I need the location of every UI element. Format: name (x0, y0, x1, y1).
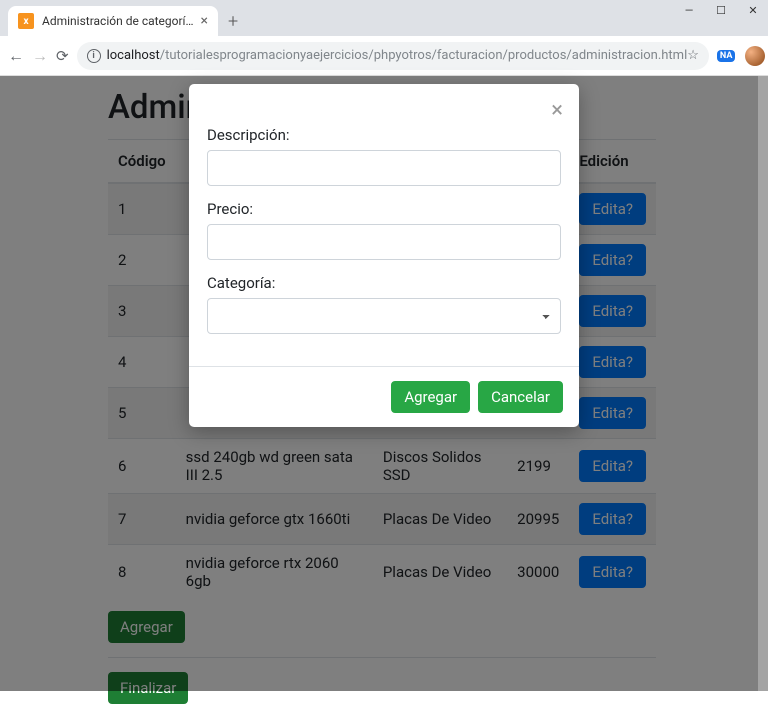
browser-tab[interactable]: x Administración de categorías × (8, 6, 218, 36)
product-modal: × Descripción: Precio: Categoría: Agrega… (189, 84, 579, 427)
modal-cancelar-button[interactable]: Cancelar (478, 381, 563, 413)
window-controls: — ☐ ✕ (682, 4, 760, 17)
categoria-select[interactable] (207, 298, 561, 334)
reload-button[interactable]: ⟳ (56, 46, 69, 66)
tab-bar: x Administración de categorías × + (0, 0, 768, 36)
address-bar[interactable]: i localhost/tutorialesprogramacionyaejer… (77, 42, 709, 70)
site-info-icon[interactable]: i (87, 49, 101, 63)
label-categoria: Categoría: (207, 274, 561, 292)
scrollbar[interactable] (758, 76, 768, 691)
bookmark-icon[interactable]: ☆ (687, 48, 699, 63)
browser-chrome: — ☐ ✕ x Administración de categorías × +… (0, 0, 768, 76)
label-precio: Precio: (207, 200, 561, 218)
extension-badge[interactable]: NA (717, 50, 735, 62)
extension-icons: NA (717, 46, 768, 66)
url-text: localhost/tutorialesprogramacionyaejerci… (107, 48, 688, 63)
close-window-button[interactable]: ✕ (746, 4, 760, 17)
maximize-button[interactable]: ☐ (714, 4, 728, 17)
minimize-button[interactable]: — (682, 4, 696, 17)
label-descripcion: Descripción: (207, 126, 561, 144)
close-icon[interactable]: × (551, 100, 563, 122)
favicon-icon: x (18, 13, 34, 29)
nav-bar: ← → ⟳ i localhost/tutorialesprogramacion… (0, 36, 768, 76)
tab-close-icon[interactable]: × (201, 13, 208, 29)
profile-avatar[interactable] (745, 46, 765, 66)
tab-title: Administración de categorías (42, 14, 195, 28)
descripcion-input[interactable] (207, 150, 561, 186)
back-button[interactable]: ← (8, 46, 24, 66)
new-tab-button[interactable]: + (228, 11, 238, 32)
modal-agregar-button[interactable]: Agregar (391, 381, 470, 413)
precio-input[interactable] (207, 224, 561, 260)
forward-button[interactable]: → (32, 46, 48, 66)
